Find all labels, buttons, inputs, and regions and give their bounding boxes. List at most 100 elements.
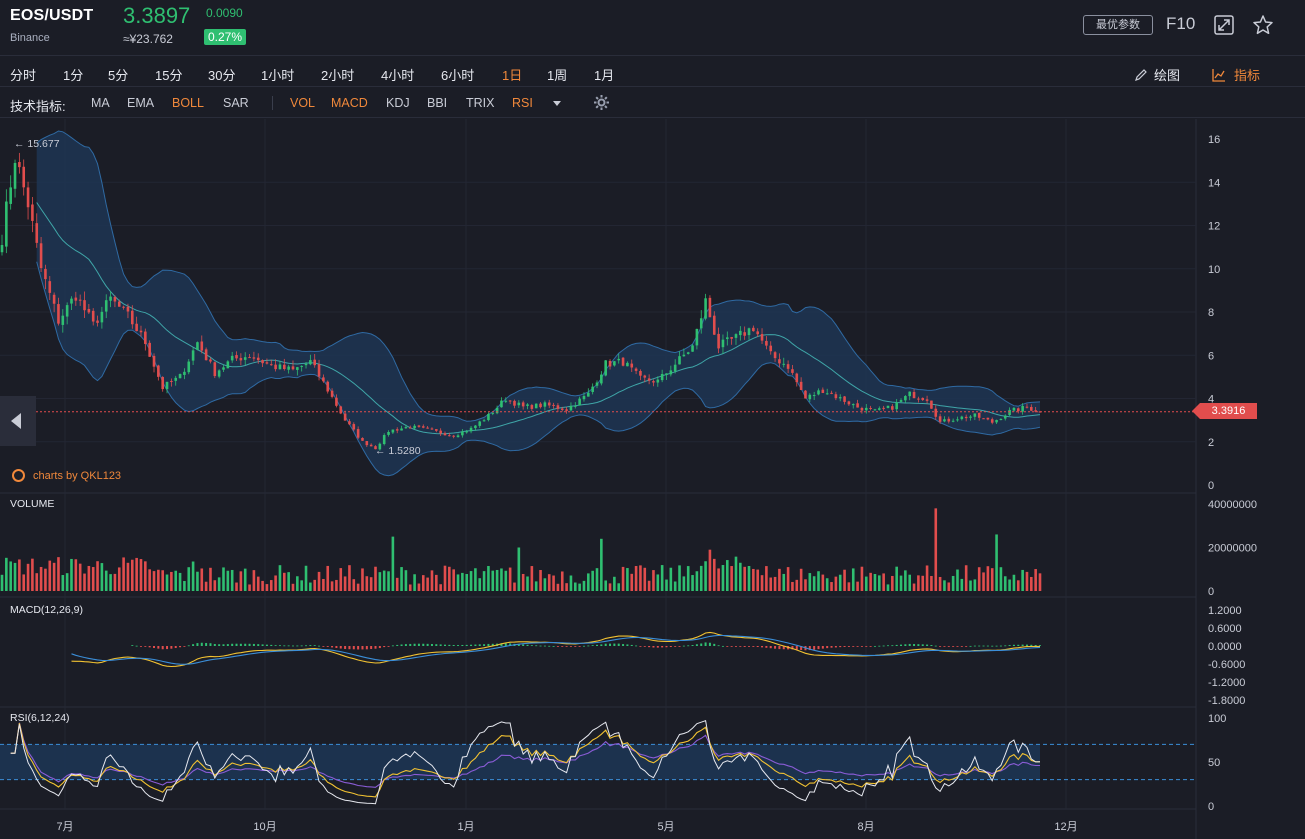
candle-body bbox=[708, 297, 712, 318]
volume-bar bbox=[886, 584, 890, 591]
volume-bar bbox=[587, 573, 590, 591]
candle-body bbox=[391, 429, 395, 433]
volume-bar bbox=[673, 581, 677, 591]
macd-axis-tick: -1.2000 bbox=[1208, 677, 1245, 689]
candle-body bbox=[421, 426, 425, 428]
candle-body bbox=[465, 431, 469, 433]
candle-body bbox=[838, 397, 842, 399]
indicator-bar-label: 技术指标: bbox=[10, 99, 66, 114]
indicator-bbi[interactable]: BBI bbox=[427, 96, 447, 110]
tf-4h[interactable]: 4小时 bbox=[381, 65, 414, 84]
macd-histogram-bar bbox=[552, 645, 555, 647]
macd-histogram-bar bbox=[926, 644, 929, 646]
settings-gear-icon[interactable] bbox=[593, 94, 610, 116]
volume-bar bbox=[786, 567, 790, 591]
tf-1w[interactable]: 1周 bbox=[547, 65, 567, 84]
macd-histogram-bar bbox=[535, 645, 538, 647]
volume-bar bbox=[895, 566, 898, 591]
volume-bar bbox=[369, 577, 373, 591]
candle-body bbox=[0, 245, 4, 253]
volume-bar bbox=[1025, 571, 1029, 591]
chart-area[interactable]: ← 15.677 ← 1.5280 0 2 4 6 8 10 12 14 16 40000000 20… bbox=[0, 119, 1305, 839]
volume-bar bbox=[843, 569, 846, 591]
volume-bar bbox=[582, 580, 586, 591]
indicator-macd[interactable]: MACD bbox=[331, 96, 368, 110]
volume-bar bbox=[960, 578, 964, 591]
macd-histogram-bar bbox=[691, 645, 694, 646]
tf-tick[interactable]: 分时 bbox=[10, 65, 36, 84]
candle-body bbox=[730, 337, 733, 339]
volume-bar bbox=[925, 565, 929, 591]
candle-body bbox=[291, 366, 295, 370]
tf-5m[interactable]: 5分 bbox=[108, 65, 128, 84]
tf-1h[interactable]: 1小时 bbox=[261, 65, 294, 84]
indicator-trix[interactable]: TRIX bbox=[466, 96, 494, 110]
indicator-boll[interactable]: BOLL bbox=[172, 96, 204, 110]
candle-body bbox=[495, 407, 499, 414]
tf-2h[interactable]: 2小时 bbox=[321, 65, 354, 84]
volume-bar bbox=[591, 570, 594, 591]
tf-15m[interactable]: 15分 bbox=[155, 65, 182, 84]
tf-1m[interactable]: 1分 bbox=[63, 65, 83, 84]
favorite-star-icon[interactable] bbox=[1252, 14, 1274, 36]
scroll-left-button[interactable] bbox=[0, 396, 36, 446]
candle-body bbox=[891, 406, 894, 410]
tf-30m[interactable]: 30分 bbox=[208, 65, 235, 84]
macd-histogram-bar bbox=[665, 646, 668, 648]
tf-6h[interactable]: 6小时 bbox=[441, 65, 474, 84]
macd-histogram-bar bbox=[795, 646, 798, 650]
fullscreen-icon[interactable] bbox=[1213, 14, 1235, 36]
candle-body bbox=[925, 399, 929, 401]
candle-body bbox=[617, 358, 621, 361]
volume-bar bbox=[573, 582, 577, 591]
draw-tool-button[interactable]: 绘图 bbox=[1134, 65, 1180, 84]
macd-histogram-bar bbox=[682, 645, 685, 647]
candle-body bbox=[830, 392, 833, 394]
candle-body bbox=[469, 427, 473, 432]
candle-body bbox=[65, 305, 69, 317]
candle-body bbox=[560, 408, 564, 410]
volume-bar bbox=[291, 583, 295, 591]
candle-body bbox=[91, 310, 95, 322]
draw-tool-label: 绘图 bbox=[1154, 68, 1181, 83]
macd-histogram-bar bbox=[921, 644, 924, 646]
macd-histogram-bar bbox=[986, 645, 989, 647]
volume-bar bbox=[252, 570, 256, 591]
indicator-kdj[interactable]: KDJ bbox=[386, 96, 410, 110]
volume-bar bbox=[130, 559, 134, 591]
volume-bar bbox=[617, 583, 621, 591]
indicator-ma[interactable]: MA bbox=[91, 96, 110, 110]
tf-1mo[interactable]: 1月 bbox=[594, 65, 614, 84]
volume-bar bbox=[256, 576, 260, 591]
chart-canvas[interactable]: ← 15.677← 1.5280 02468101214164000000020… bbox=[0, 119, 1305, 839]
macd-histogram-bar bbox=[843, 646, 846, 647]
macd-histogram-bar bbox=[248, 643, 251, 646]
indicator-ema[interactable]: EMA bbox=[127, 96, 154, 110]
macd-histogram-bar bbox=[300, 645, 303, 647]
optimal-params-button[interactable]: 最优参数 bbox=[1083, 15, 1153, 35]
candle-body bbox=[369, 444, 373, 447]
candle-body bbox=[248, 357, 251, 359]
volume-bar bbox=[165, 574, 169, 591]
f10-button[interactable]: F10 bbox=[1166, 14, 1195, 34]
volume-bar bbox=[365, 576, 369, 591]
candle-body bbox=[804, 390, 807, 399]
indicator-sar[interactable]: SAR bbox=[223, 96, 249, 110]
indicator-vol[interactable]: VOL bbox=[290, 96, 315, 110]
indicator-rsi[interactable]: RSI bbox=[512, 96, 533, 110]
indicator-more-dropdown-icon[interactable] bbox=[553, 101, 561, 106]
candle-body bbox=[621, 357, 625, 366]
macd-histogram-bar bbox=[717, 645, 720, 647]
candle-body bbox=[817, 390, 820, 395]
macd-histogram-bar bbox=[817, 646, 820, 650]
volume-bar bbox=[243, 568, 247, 591]
volume-bar bbox=[821, 574, 825, 591]
candle-body bbox=[26, 187, 30, 208]
macd-histogram-bar bbox=[417, 643, 420, 646]
candle-body bbox=[678, 356, 681, 365]
candle-body bbox=[187, 361, 191, 373]
volume-bar bbox=[44, 568, 47, 591]
price-axis-tick: 8 bbox=[1208, 307, 1214, 319]
tf-1d[interactable]: 1日 bbox=[502, 65, 522, 84]
indicator-button[interactable]: 指标 bbox=[1212, 65, 1260, 84]
